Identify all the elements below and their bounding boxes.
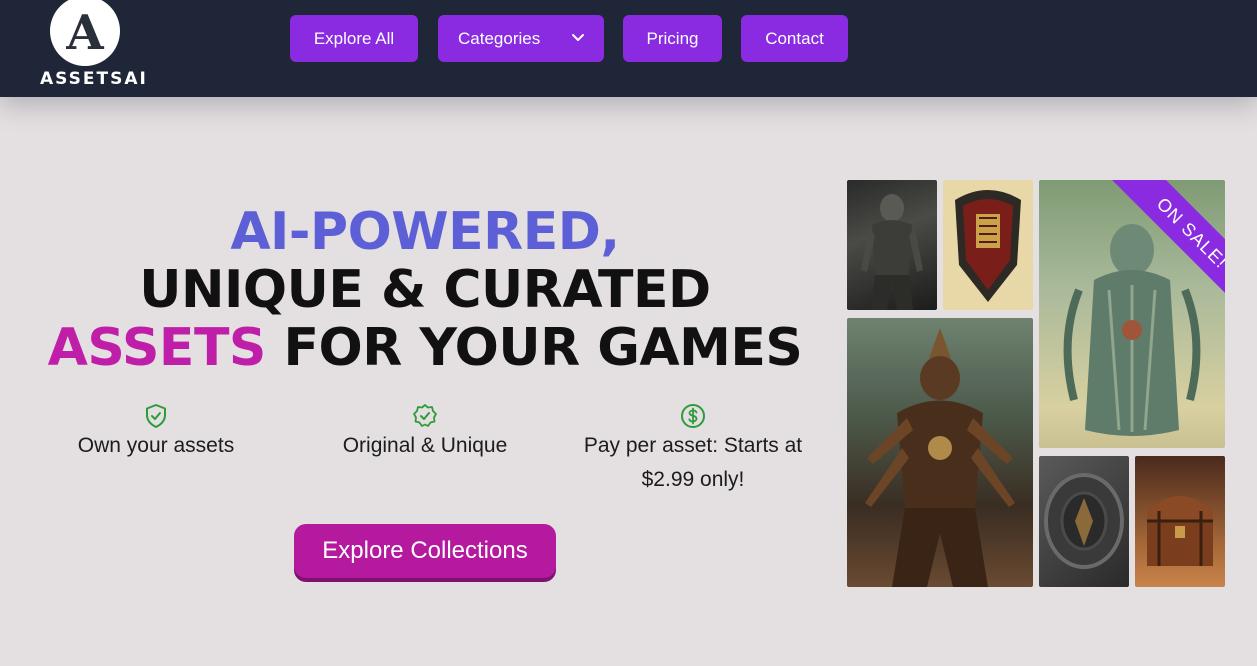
nav-explore-all-label: Explore All <box>313 28 395 48</box>
gallery-image-warrior[interactable] <box>847 318 1033 587</box>
gallery-image-deity-statue[interactable] <box>1039 180 1225 448</box>
hero-headline-highlight: ASSETS <box>47 318 267 378</box>
feature-own-assets: Own your assets <box>40 403 272 463</box>
dollar-icon <box>681 404 705 428</box>
hero-headline-rest: FOR YOUR GAMES <box>265 318 803 378</box>
chevron-down-icon <box>572 34 584 41</box>
round-shield-art <box>1044 473 1124 569</box>
logo-badge: A <box>50 0 120 66</box>
treasure-chest-art <box>1147 496 1213 566</box>
feature-label: Original & Unique <box>342 434 508 457</box>
feature-label: Own your assets <box>77 434 235 457</box>
brand-name: ASSETSAI <box>40 69 148 89</box>
ornate-shield-art <box>955 190 1021 302</box>
nav-pricing-label: Pricing <box>646 28 699 48</box>
nav-pricing-button[interactable]: Pricing <box>623 15 722 62</box>
nav-categories-label: Categories <box>458 28 541 48</box>
robed-deity-statue-art <box>1063 224 1201 436</box>
gallery-image-ornate-shield[interactable] <box>943 180 1033 310</box>
brand-logo[interactable]: A ASSETSAI <box>40 0 148 97</box>
hero-headline-line-3: ASSETS FOR YOUR GAMES <box>0 319 850 377</box>
nav-contact-label: Contact <box>765 28 824 48</box>
hero-headline-line-1: AI-POWERED, <box>230 202 620 262</box>
gallery-image-armor[interactable] <box>847 180 937 310</box>
multi-armed-warrior-art <box>865 328 1015 587</box>
gallery-image-treasure-chest[interactable] <box>1135 456 1225 587</box>
nav-contact-button[interactable]: Contact <box>741 15 848 62</box>
badge-check-icon <box>413 404 437 427</box>
hero-headline-line-2: UNIQUE & CURATED <box>139 260 711 320</box>
top-navbar: A ASSETSAI Explore All Categories Pricin… <box>0 0 1257 97</box>
nav-categories-dropdown[interactable]: Categories <box>438 15 604 62</box>
feature-pay-per-asset: Pay per asset: Starts at $2.99 only! <box>560 403 826 497</box>
logo-letter: A <box>66 5 104 61</box>
feature-original-unique: Original & Unique <box>310 403 540 463</box>
feature-label: Pay per asset: Starts at $2.99 only! <box>583 434 803 491</box>
explore-collections-label: Explore Collections <box>322 537 528 564</box>
armor-figure-art <box>861 194 923 310</box>
explore-collections-button[interactable]: Explore Collections <box>294 524 556 578</box>
nav-explore-all-button[interactable]: Explore All <box>290 15 418 62</box>
shield-check-icon <box>146 404 166 428</box>
gallery-image-round-shield[interactable] <box>1039 456 1129 587</box>
